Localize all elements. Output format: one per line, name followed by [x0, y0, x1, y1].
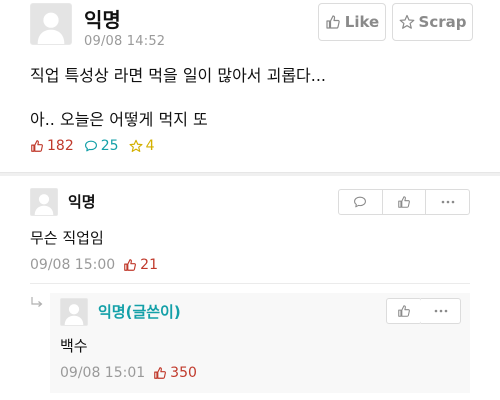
thumb-up-icon	[31, 140, 43, 152]
thumb-up-icon	[154, 367, 167, 379]
scrap-button-label: Scrap	[418, 13, 467, 31]
reply-meta: 09/08 15:01 350	[60, 365, 197, 381]
comment-author: 익명	[68, 193, 96, 211]
scrap-count: 4	[129, 138, 155, 154]
speech-bubble-icon	[354, 196, 367, 208]
comment-like-button[interactable]	[383, 190, 427, 214]
comment-meta: 09/08 15:00 21	[30, 257, 158, 273]
avatar-placeholder-icon	[34, 194, 54, 215]
reply-vote-count: 350	[170, 365, 197, 381]
post-stats: 182 25 4	[30, 138, 164, 154]
reply-vote: 350	[153, 365, 197, 381]
post-avatar	[30, 3, 72, 45]
like-count: 182	[30, 138, 74, 154]
reply-more-button[interactable]	[421, 298, 461, 324]
post-author: 익명	[84, 8, 121, 32]
comment-count: 25	[84, 138, 119, 154]
avatar-placeholder-icon	[64, 304, 84, 325]
reply-button[interactable]	[339, 190, 383, 214]
reply-arrow-icon	[31, 297, 43, 307]
reply-author: 익명(글쓴이)	[98, 303, 181, 321]
comment-count-value: 25	[100, 138, 119, 154]
comment-separator	[30, 283, 470, 284]
thumb-up-icon	[326, 15, 340, 29]
star-icon	[399, 14, 414, 29]
comment-vote-count: 21	[140, 257, 158, 273]
section-divider	[0, 172, 500, 176]
avatar-placeholder-icon	[37, 12, 65, 44]
comment-more-button[interactable]	[426, 190, 469, 214]
thumb-up-icon	[398, 196, 410, 208]
post-body-line: 직업 특성상 라면 먹을 일이 많아서 괴롭다...	[30, 66, 327, 85]
speech-bubble-icon	[84, 140, 97, 152]
thumb-up-icon	[398, 305, 410, 317]
comment-time: 09/08 15:00	[30, 257, 116, 273]
like-button-label: Like	[344, 13, 380, 31]
star-icon	[129, 139, 143, 152]
like-button[interactable]: Like	[318, 3, 386, 41]
post-time: 09/08 14:52	[84, 34, 166, 49]
reply-time: 09/08 15:01	[60, 365, 146, 381]
comment-avatar	[30, 188, 58, 216]
scrap-count-value: 4	[145, 138, 155, 154]
more-dots-icon	[441, 200, 454, 204]
more-dots-icon	[434, 309, 447, 313]
reply-like-button[interactable]	[386, 298, 422, 324]
reply-avatar	[60, 298, 88, 326]
post-body-line: 아.. 오늘은 어떻게 먹지 또	[30, 110, 208, 129]
comment-actions	[338, 189, 470, 215]
scrap-button[interactable]: Scrap	[392, 3, 473, 41]
like-count-value: 182	[47, 138, 74, 154]
thumb-up-icon	[124, 259, 137, 271]
comment-body: 무슨 직업임	[30, 229, 104, 247]
reply-body: 백수	[60, 337, 88, 355]
comment-vote: 21	[123, 257, 158, 273]
